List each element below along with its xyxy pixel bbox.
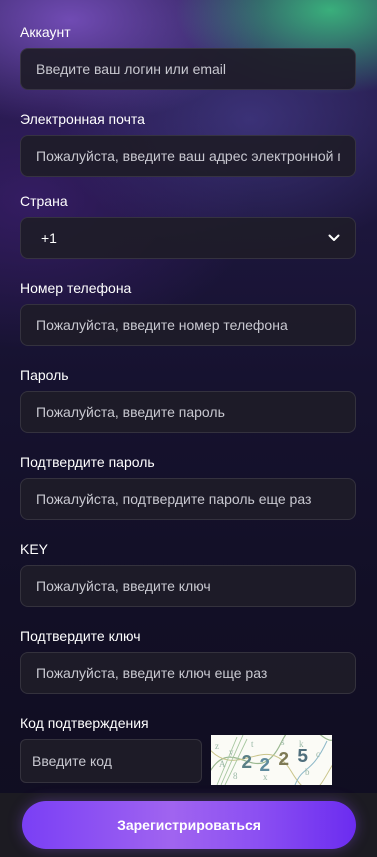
captcha-char-4: 5 xyxy=(297,746,308,768)
confirm-password-field: Подтвердите пароль xyxy=(20,454,356,520)
confirm-key-input[interactable] xyxy=(20,652,356,694)
phone-label: Номер телефона xyxy=(20,280,132,296)
key-field: KEY xyxy=(20,541,356,607)
captcha-char-1: 2 xyxy=(241,752,252,774)
svg-text:z: z xyxy=(215,741,219,751)
key-label: KEY xyxy=(20,541,49,557)
confirm-password-input[interactable] xyxy=(20,478,356,520)
captcha-graphic: z A 8 y x k b c s t 2 2 2 5 xyxy=(211,735,332,785)
svg-text:8: 8 xyxy=(233,771,238,781)
captcha-image[interactable]: z A 8 y x k b c s t 2 2 2 5 xyxy=(211,735,332,785)
password-field: Пароль xyxy=(20,367,356,433)
svg-text:y: y xyxy=(229,747,234,757)
phone-field: Номер телефона xyxy=(20,280,356,346)
verification-label: Код подтверждения xyxy=(20,715,149,731)
country-select[interactable]: +1 xyxy=(20,217,356,259)
register-button[interactable]: Зарегистрироваться xyxy=(22,801,356,849)
country-select-value: +1 xyxy=(41,230,57,246)
svg-text:b: b xyxy=(305,767,310,777)
email-input[interactable] xyxy=(20,135,356,177)
account-field: Аккаунт xyxy=(20,24,356,90)
password-label: Пароль xyxy=(20,367,69,383)
password-input[interactable] xyxy=(20,391,356,433)
key-input[interactable] xyxy=(20,565,356,607)
verification-code-input[interactable] xyxy=(20,739,202,783)
captcha-char-3: 2 xyxy=(278,749,289,771)
confirm-password-label: Подтвердите пароль xyxy=(20,454,155,470)
verification-field: Код подтверждения z A 8 y x k xyxy=(20,715,356,785)
email-field: Электронная почта xyxy=(20,111,356,177)
country-label: Страна xyxy=(20,193,68,209)
chevron-down-icon xyxy=(327,231,341,245)
confirm-key-label: Подтвердите ключ xyxy=(20,628,141,644)
phone-input[interactable] xyxy=(20,304,356,346)
country-field: Страна +1 xyxy=(20,193,356,259)
svg-text:A: A xyxy=(219,759,226,769)
bottom-bar: Зарегистрироваться xyxy=(0,793,377,857)
email-label: Электронная почта xyxy=(20,111,145,127)
confirm-key-field: Подтвердите ключ xyxy=(20,628,356,694)
account-label: Аккаунт xyxy=(20,24,71,40)
svg-text:c: c xyxy=(316,749,320,759)
account-input[interactable] xyxy=(20,48,356,90)
verification-row: z A 8 y x k b c s t 2 2 2 xyxy=(20,735,356,785)
svg-text:s: s xyxy=(281,737,285,747)
captcha-char-2: 2 xyxy=(259,755,270,777)
